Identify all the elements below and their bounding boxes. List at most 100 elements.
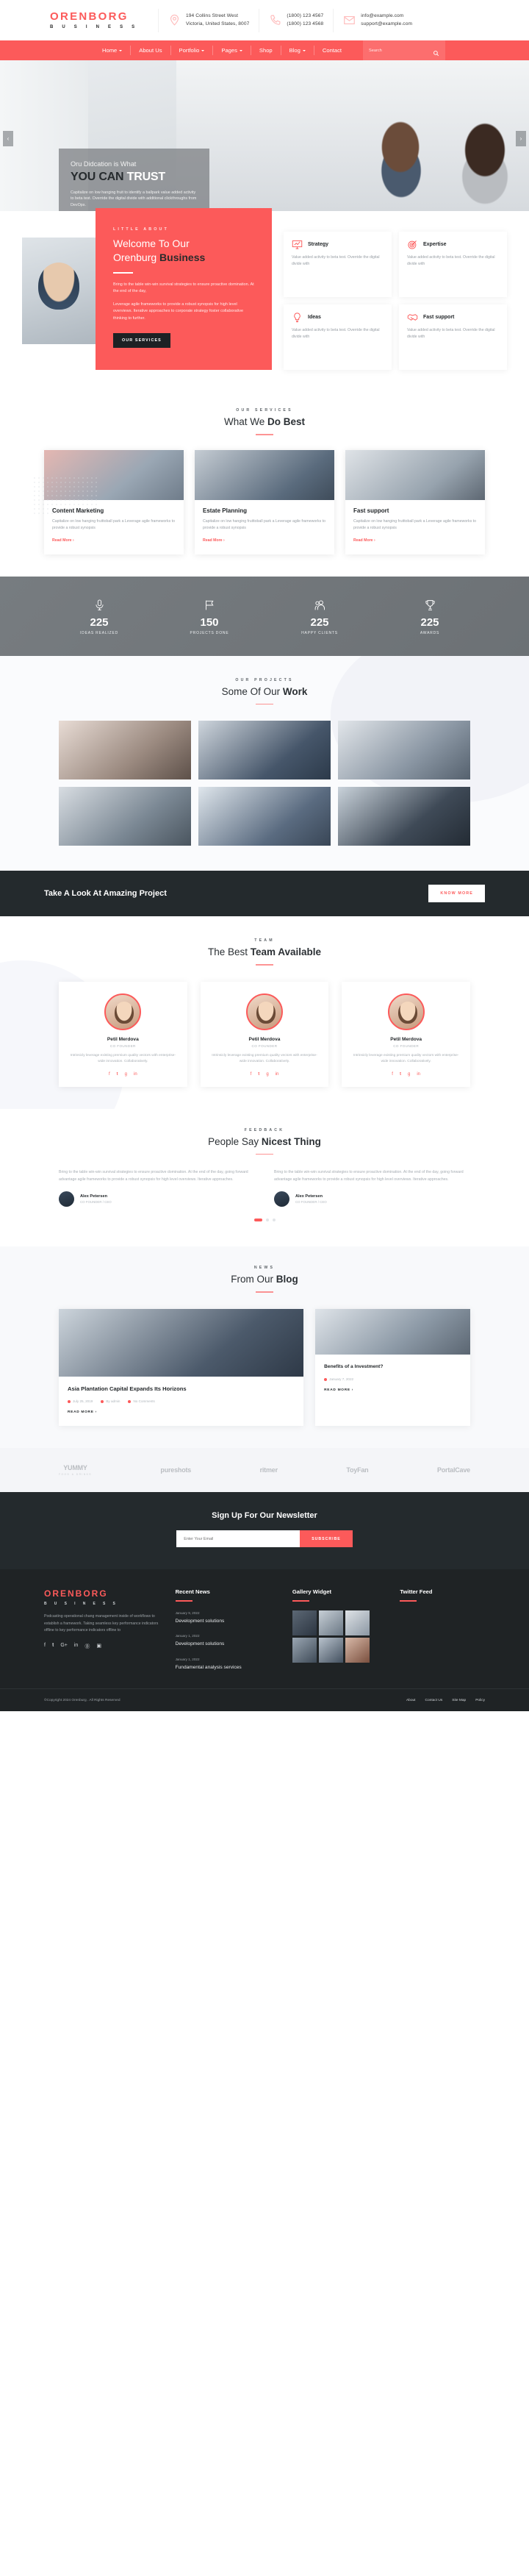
dribbble-icon[interactable]: ▣ <box>96 1643 101 1650</box>
service-image <box>195 449 334 500</box>
gallery-thumbnail[interactable] <box>318 1610 343 1635</box>
read-more-link[interactable]: READ MORE › <box>68 1410 97 1414</box>
service-card[interactable]: Fast support Capitalize on low hanging f… <box>345 449 485 554</box>
know-more-button[interactable]: KNOW MORE <box>428 885 485 903</box>
footer-link-site-map[interactable]: Site Map <box>452 1699 466 1702</box>
counter-number: 225 <box>90 616 109 629</box>
member-bio: Intrinsicly leverage existing premium qu… <box>70 1053 176 1064</box>
copyright-text: ©Copyright 2024 Orenburg . All Rights Re… <box>44 1698 120 1702</box>
site-logo[interactable]: ORENBORG B U S I N E S S <box>29 11 158 29</box>
newsletter-email-input[interactable] <box>176 1530 301 1548</box>
subscribe-button[interactable]: SUBSCRIBE <box>300 1530 353 1548</box>
nav-item-home[interactable]: Home <box>94 46 132 55</box>
team-section: TEAM The Best Team Available Petil Merdo… <box>0 916 529 1109</box>
phone-icon <box>269 14 281 26</box>
feature-card-strategy[interactable]: Strategy Value added activity to beta te… <box>284 232 392 298</box>
team-member-card[interactable]: Petil Merdova CO FOUNDER Intrinsicly lev… <box>200 981 329 1087</box>
hero-prev-arrow[interactable]: ‹ <box>3 131 13 146</box>
footer-link-contact-us[interactable]: Contact Us <box>425 1699 443 1702</box>
search-input[interactable] <box>369 48 433 53</box>
flag-icon <box>154 596 264 613</box>
project-thumbnail[interactable] <box>59 787 191 846</box>
facebook-icon[interactable]: f <box>251 1072 252 1077</box>
our-services-button[interactable]: OUR SERVICES <box>113 333 170 349</box>
read-more-link[interactable]: Read More › <box>203 538 225 543</box>
bullet-icon <box>128 1399 132 1403</box>
carousel-dot[interactable] <box>272 1219 276 1222</box>
footer-link-about[interactable]: About <box>406 1699 416 1702</box>
twitter-icon[interactable]: 𝐭 <box>117 1072 118 1077</box>
footer-logo-tagline: B U S I N E S S <box>44 1602 119 1607</box>
carousel-dot-active[interactable] <box>253 1219 262 1222</box>
facebook-icon[interactable]: f <box>109 1072 110 1077</box>
google-plus-icon[interactable]: g <box>408 1072 410 1077</box>
project-thumbnail[interactable] <box>338 721 470 780</box>
footer-link-policy[interactable]: Policy <box>475 1699 485 1702</box>
footer-socials: f 𝐭 G+ in Ⓑ ▣ <box>44 1643 162 1650</box>
member-socials: f 𝐭 g in <box>211 1072 319 1077</box>
twitter-icon[interactable]: 𝐭 <box>400 1072 401 1077</box>
nav-item-blog[interactable]: Blog <box>281 46 314 55</box>
read-more-link[interactable]: Read More › <box>52 538 74 543</box>
hero-title: YOU CAN TRUST <box>71 171 165 183</box>
project-thumbnail[interactable] <box>198 721 331 780</box>
project-thumbnail[interactable] <box>59 721 191 780</box>
twitter-icon[interactable]: 𝐭 <box>52 1643 54 1650</box>
projects-title: Some Of Our Work <box>221 685 308 697</box>
project-thumbnail[interactable] <box>338 787 470 846</box>
google-plus-icon[interactable]: g <box>125 1072 127 1077</box>
team-eyebrow: TEAM <box>254 938 275 943</box>
contact-email[interactable]: info@example.com support@example.com <box>333 8 422 32</box>
nav-item-about-us[interactable]: About Us <box>131 46 171 55</box>
behance-icon[interactable]: Ⓑ <box>84 1643 90 1650</box>
nav-item-shop[interactable]: Shop <box>251 46 281 55</box>
footer-logo[interactable]: ORENBORG <box>44 1588 162 1599</box>
email-line-2: support@example.com <box>361 21 413 26</box>
carousel-dot[interactable] <box>265 1219 269 1222</box>
nav-item-contact[interactable]: Contact <box>314 46 350 55</box>
facebook-icon[interactable]: f <box>44 1643 46 1650</box>
gallery-thumbnail[interactable] <box>345 1610 370 1635</box>
services-eyebrow: OUR SERVICES <box>236 408 293 413</box>
blog-post-card[interactable]: Asia Plantation Capital Expands Its Hori… <box>59 1309 304 1427</box>
facebook-icon[interactable]: f <box>392 1072 393 1077</box>
linkedin-icon[interactable]: in <box>417 1072 420 1077</box>
footer-news-item[interactable]: January 1, 2022 Development solutions <box>176 1634 279 1648</box>
search-icon[interactable] <box>433 47 439 57</box>
project-thumbnail[interactable] <box>198 787 331 846</box>
search-box[interactable] <box>363 40 446 60</box>
gallery-thumbnail[interactable] <box>292 1637 317 1663</box>
gallery-thumbnail[interactable] <box>318 1637 343 1663</box>
team-member-card[interactable]: Petil Merdova CO FOUNDER Intrinsicly lev… <box>59 981 187 1087</box>
footer-news-item[interactable]: January 1, 2022 Fundamental analysis ser… <box>176 1658 279 1671</box>
feature-card-ideas[interactable]: Ideas Value added activity to beta test.… <box>284 304 392 371</box>
read-more-link[interactable]: READ MORE › <box>324 1388 353 1392</box>
gallery-thumbnail[interactable] <box>292 1610 317 1635</box>
heading-underline <box>175 1600 192 1602</box>
linkedin-icon[interactable]: in <box>276 1072 279 1077</box>
footer-news-item[interactable]: January 9, 2022 Development solutions <box>176 1611 279 1625</box>
feature-card-fast-support[interactable]: Fast support Value added activity to bet… <box>399 304 507 371</box>
google-plus-icon[interactable]: G+ <box>60 1643 68 1650</box>
blog-post-card[interactable]: Benefits of a Investment? January 7, 202… <box>315 1309 470 1427</box>
section-divider <box>256 703 273 705</box>
read-more-link[interactable]: Read More › <box>353 538 375 543</box>
nav-item-pages[interactable]: Pages <box>213 46 251 55</box>
avatar <box>104 993 142 1030</box>
contact-phone[interactable]: (1800) 123 4567 (1800) 123 4568 <box>259 8 333 32</box>
counter-number: 150 <box>200 616 219 629</box>
hero-next-arrow[interactable]: › <box>516 131 526 146</box>
nav-item-portfolio[interactable]: Portfolio <box>171 46 214 55</box>
feature-card-expertise[interactable]: Expertise Value added activity to beta t… <box>399 232 507 298</box>
linkedin-icon[interactable]: in <box>74 1643 78 1650</box>
twitter-icon[interactable]: 𝐭 <box>258 1072 259 1077</box>
google-plus-icon[interactable]: g <box>266 1072 268 1077</box>
linkedin-icon[interactable]: in <box>134 1072 137 1077</box>
carousel-dots <box>0 1219 529 1222</box>
testimonials-title: People Say Nicest Thing <box>208 1135 321 1147</box>
services-title: What We Do Best <box>223 416 306 428</box>
member-name: Petil Merdova <box>107 1036 139 1042</box>
service-card[interactable]: Estate Planning Capitalize on low hangin… <box>195 449 334 554</box>
team-member-card[interactable]: Petil Merdova CO FOUNDER Intrinsicly lev… <box>342 981 470 1087</box>
gallery-thumbnail[interactable] <box>345 1637 370 1663</box>
